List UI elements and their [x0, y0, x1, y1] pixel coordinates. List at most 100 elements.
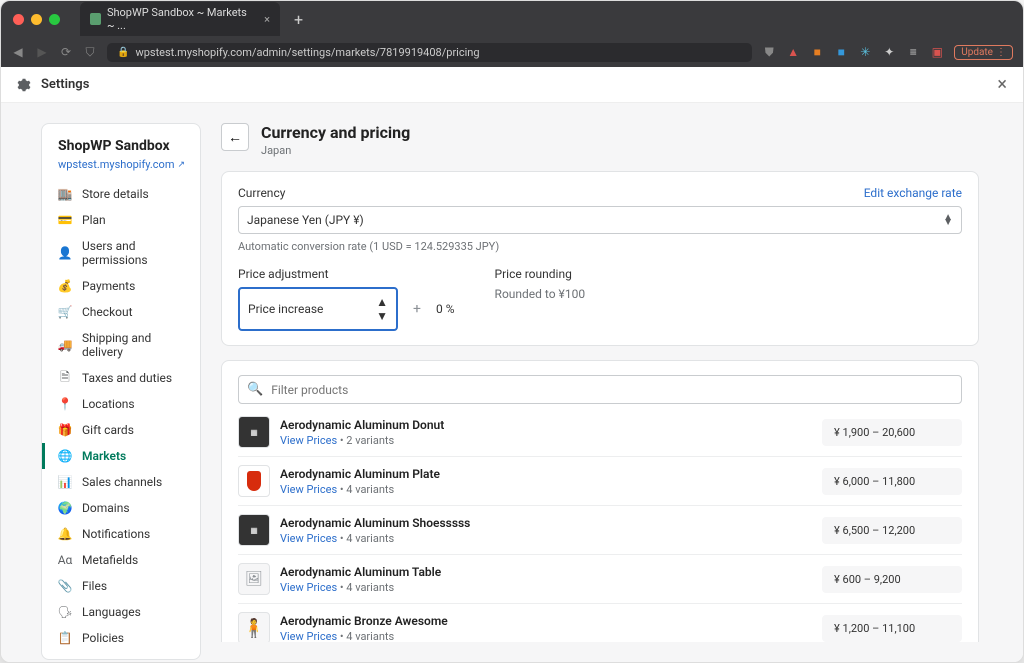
- sidebar-item-notifications[interactable]: 🔔Notifications: [42, 521, 200, 547]
- sidebar-item-label: Users and permissions: [82, 239, 184, 267]
- sidebar-item-gift-cards[interactable]: 🎁Gift cards: [42, 417, 200, 443]
- price-rounding-label: Price rounding: [495, 267, 586, 281]
- sidebar-item-plan[interactable]: 💳Plan: [42, 207, 200, 233]
- page-subtitle: Japan: [261, 144, 410, 157]
- sidebar-item-label: Taxes and duties: [82, 371, 172, 385]
- product-title: Aerodynamic Bronze Awesome: [280, 614, 812, 628]
- back-button[interactable]: ←: [221, 123, 249, 151]
- sidebar-item-taxes-and-duties[interactable]: 🗎 Taxes and duties: [42, 365, 200, 391]
- external-icon: ↗: [177, 160, 185, 170]
- nav-icon: 🗣: [58, 605, 72, 619]
- product-row: ▦ Aerodynamic Aluminum Shoesssss View Pric…: [238, 505, 962, 554]
- product-search-input[interactable]: [271, 383, 953, 397]
- nav-icon: 🗎: [58, 371, 72, 385]
- sidebar-item-store-details[interactable]: 🏬 Store details: [42, 181, 200, 207]
- browser-titlebar: ShopWP Sandbox ~ Markets ~ ... × +: [1, 1, 1023, 37]
- view-prices-link[interactable]: View Prices: [280, 483, 337, 496]
- browser-toolbar: ◀ ▶ ⟳ ⛉ 🔒 wpstest.myshopify.com/admin/se…: [1, 37, 1023, 67]
- sidebar-item-markets[interactable]: 🌐Markets: [42, 443, 200, 469]
- ext-icon-2[interactable]: ■: [834, 45, 848, 59]
- product-price-range: ¥ 1,900 – 20,600: [822, 419, 962, 446]
- sidebar-item-label: Sales channels: [82, 475, 162, 489]
- price-adjustment-select[interactable]: Price increase ▲▼: [238, 287, 398, 331]
- currency-select[interactable]: Japanese Yen (JPY ¥) ▲▼: [238, 206, 962, 234]
- sidebar-item-label: Domains: [82, 501, 130, 515]
- close-settings-button[interactable]: ×: [997, 74, 1007, 95]
- product-price-range: ¥ 6,500 – 12,200: [822, 517, 962, 544]
- sidebar-item-metafields[interactable]: AαMetafields: [42, 547, 200, 573]
- nav-icon: 🌍: [58, 501, 72, 515]
- view-prices-link[interactable]: View Prices: [280, 532, 337, 545]
- nav-icon: 🚚: [58, 338, 72, 352]
- maximize-window-icon[interactable]: [49, 14, 60, 25]
- nav-icon: 👤: [58, 246, 72, 260]
- page-header: ← Currency and pricing Japan: [221, 123, 979, 157]
- store-title: ShopWP Sandbox: [42, 138, 200, 158]
- browser-tab[interactable]: ShopWP Sandbox ~ Markets ~ ... ×: [80, 2, 280, 36]
- product-thumb: ▦: [238, 514, 270, 546]
- nav-icon: 📍: [58, 397, 72, 411]
- bookmarks-icon[interactable]: ≡: [906, 45, 920, 59]
- close-window-icon[interactable]: [13, 14, 24, 25]
- chevron-updown-icon: ▲▼: [376, 295, 388, 323]
- product-search[interactable]: 🔍: [238, 375, 962, 404]
- reload-icon[interactable]: ⟳: [59, 45, 73, 59]
- new-tab-button[interactable]: +: [294, 10, 303, 29]
- sidebar-item-languages[interactable]: 🗣 Languages: [42, 599, 200, 625]
- minimize-window-icon[interactable]: [31, 14, 42, 25]
- screenshot-icon[interactable]: ▣: [930, 45, 944, 59]
- sidebar-item-label: Languages: [82, 605, 141, 619]
- back-icon[interactable]: ◀: [11, 45, 25, 59]
- sidebar-item-shipping-and-delivery[interactable]: 🚚Shipping and delivery: [42, 325, 200, 365]
- ext-icon-3[interactable]: ✳: [858, 45, 872, 59]
- close-tab-icon[interactable]: ×: [264, 13, 270, 26]
- ublock-icon[interactable]: ⛊: [762, 45, 776, 59]
- extensions-icon[interactable]: ✦: [882, 45, 896, 59]
- price-rounding-value: Rounded to ¥100: [495, 287, 586, 301]
- sidebar-item-locations[interactable]: 📍 Locations: [42, 391, 200, 417]
- sidebar-item-checkout[interactable]: 🛒Checkout: [42, 299, 200, 325]
- nav-icon: 🔔: [58, 527, 72, 541]
- nav-icon: 📊: [58, 475, 72, 489]
- product-price-range: ¥ 6,000 – 11,800: [822, 468, 962, 495]
- edit-exchange-rate-link[interactable]: Edit exchange rate: [864, 186, 962, 200]
- forward-icon[interactable]: ▶: [35, 45, 49, 59]
- window-controls[interactable]: [13, 14, 60, 25]
- product-price-range: ¥ 1,200 – 11,100: [822, 615, 962, 642]
- update-button[interactable]: Update⋮: [954, 45, 1013, 60]
- view-prices-link[interactable]: View Prices: [280, 434, 337, 447]
- adjustment-selected: Price increase: [248, 302, 323, 316]
- store-domain-link[interactable]: wpstest.myshopify.com↗: [42, 158, 200, 181]
- sidebar-item-label: Gift cards: [82, 423, 134, 437]
- nav-icon: 📋: [58, 631, 72, 645]
- nav-icon: 💰: [58, 279, 72, 293]
- chevron-updown-icon: ▲▼: [943, 215, 953, 225]
- adjustment-percent-value[interactable]: 0: [436, 302, 443, 316]
- sidebar-item-users-and-permissions[interactable]: 👤 Users and permissions: [42, 233, 200, 273]
- sidebar-item-files[interactable]: 📎Files: [42, 573, 200, 599]
- sidebar-item-domains[interactable]: 🌍 Domains: [42, 495, 200, 521]
- currency-selected: Japanese Yen (JPY ¥): [247, 213, 364, 227]
- sidebar-item-policies[interactable]: 📋 Policies: [42, 625, 200, 651]
- address-bar[interactable]: 🔒 wpstest.myshopify.com/admin/settings/m…: [107, 43, 752, 62]
- sidebar-item-sales-channels[interactable]: 📊 Sales channels: [42, 469, 200, 495]
- sidebar-item-payments[interactable]: 💰Payments: [42, 273, 200, 299]
- sidebar-item-label: Locations: [82, 397, 135, 411]
- product-title: Aerodynamic Aluminum Shoesssss: [280, 516, 812, 530]
- nav-icon: 🏬: [58, 187, 72, 201]
- shield-icon[interactable]: ⛉: [83, 45, 97, 60]
- sidebar-item-label: Plan: [82, 213, 106, 227]
- warning-icon[interactable]: ▲: [786, 45, 800, 59]
- product-thumb: [238, 563, 270, 595]
- currency-card: Currency Edit exchange rate Japanese Yen…: [221, 171, 979, 346]
- settings-label: Settings: [41, 77, 89, 92]
- sidebar-item-label: Metafields: [82, 553, 138, 567]
- nav-icon: 📎: [58, 579, 72, 593]
- lock-icon: 🔒: [117, 47, 129, 58]
- view-prices-link[interactable]: View Prices: [280, 581, 337, 594]
- sidebar-item-label: Policies: [82, 631, 124, 645]
- product-row: Aerodynamic Aluminum TableView Prices • …: [238, 554, 962, 603]
- view-prices-link[interactable]: View Prices: [280, 630, 337, 643]
- ext-icon-1[interactable]: ■: [810, 45, 824, 59]
- sidebar-item-label: Store details: [82, 187, 149, 201]
